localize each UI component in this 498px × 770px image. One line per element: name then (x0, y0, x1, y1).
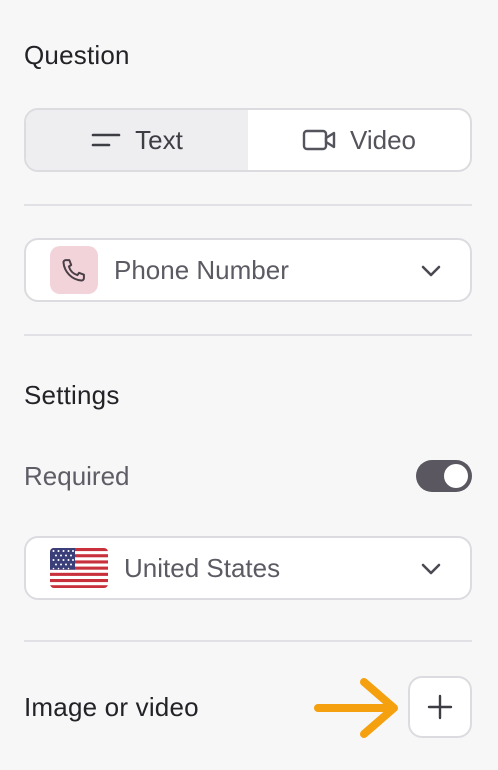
required-label: Required (24, 461, 130, 491)
add-media-button[interactable] (408, 676, 472, 738)
chevron-down-icon (421, 563, 441, 575)
question-type-toggle: Text Video (24, 108, 472, 172)
settings-heading: Settings (24, 380, 120, 410)
country-label: United States (124, 552, 281, 583)
arrow-annotation-icon (314, 678, 398, 738)
video-camera-icon (302, 129, 336, 151)
image-or-video-label: Image or video (24, 692, 199, 722)
tab-text[interactable]: Text (26, 110, 248, 170)
question-heading: Question (24, 40, 130, 70)
answer-type-label: Phone Number (114, 254, 289, 285)
toggle-knob (444, 464, 468, 488)
required-toggle[interactable] (416, 460, 472, 492)
divider (24, 204, 472, 206)
phone-icon (62, 259, 85, 282)
divider (24, 640, 472, 642)
divider (24, 334, 472, 336)
tab-video-label: Video (349, 124, 417, 155)
question-settings-panel: Question Text Video Phone Number Setting… (0, 0, 498, 770)
tab-video[interactable]: Video (248, 110, 470, 170)
tab-text-label: Text (135, 124, 183, 155)
answer-type-select[interactable]: Phone Number (24, 238, 472, 302)
text-lines-icon (91, 133, 121, 147)
us-flag-icon (50, 548, 108, 588)
plus-icon (427, 694, 453, 720)
country-select[interactable]: United States (24, 536, 472, 600)
chevron-down-icon (421, 265, 441, 277)
phone-icon-badge (50, 246, 98, 294)
